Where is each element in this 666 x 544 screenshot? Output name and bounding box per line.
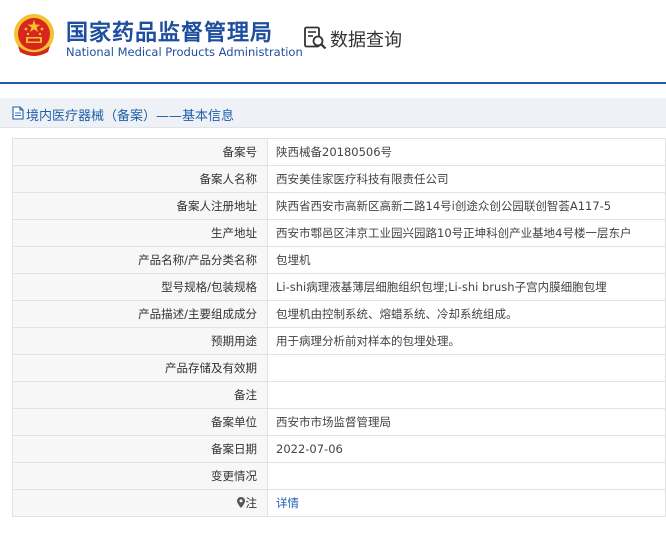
data-query-link[interactable]: 数据查询 (330, 26, 402, 52)
table-row: 产品名称/产品分类名称 包埋机 (12, 246, 666, 274)
table-row: 备案人名称 西安美佳家医疗科技有限责任公司 (12, 165, 666, 193)
row-label: 型号规格/包装规格 (12, 273, 268, 301)
site-header: 国家药品监督管理局 National Medical Products Admi… (0, 0, 666, 82)
row-value: 用于病理分析前对样本的包埋处理。 (267, 327, 666, 355)
row-value: 详情 (267, 489, 666, 517)
row-label: 生产地址 (12, 219, 268, 247)
table-row: 型号规格/包装规格 Li-shi病理液基薄层细胞组织包埋;Li-shi brus… (12, 273, 666, 301)
brand-name-en: National Medical Products Administration (66, 45, 303, 59)
document-icon (12, 106, 24, 120)
row-label: 备案号 (12, 138, 268, 166)
row-value: 包埋机由控制系统、熔蜡系统、冷却系统组成。 (267, 300, 666, 328)
row-value: 西安美佳家医疗科技有限责任公司 (267, 165, 666, 193)
table-row: 备案人注册地址 陕西省西安市高新区高新二路14号i创途众创公园联创智荟A117-… (12, 192, 666, 220)
row-label: 备案人名称 (12, 165, 268, 193)
data-query-icon[interactable] (303, 26, 327, 50)
row-value: 西安市市场监督管理局 (267, 408, 666, 436)
brand-name-cn: 国家药品监督管理局 (66, 21, 274, 46)
row-value: 2022-07-06 (267, 435, 666, 463)
row-label: 备案单位 (12, 408, 268, 436)
note-label-text: 注 (245, 496, 258, 510)
table-row: 注 详情 (12, 489, 666, 517)
row-label: 备注 (12, 381, 268, 409)
details-link[interactable]: 详情 (276, 496, 299, 510)
row-label-note: 注 (12, 489, 268, 517)
row-value: 陕西械备20180506号 (267, 138, 666, 166)
table-row: 产品描述/主要组成成分 包埋机由控制系统、熔蜡系统、冷却系统组成。 (12, 300, 666, 328)
table-row: 变更情况 (12, 462, 666, 490)
row-value: Li-shi病理液基薄层细胞组织包埋;Li-shi brush子宫内膜细胞包埋 (267, 273, 666, 301)
row-value (267, 381, 666, 409)
row-label: 备案日期 (12, 435, 268, 463)
row-label: 备案人注册地址 (12, 192, 268, 220)
table-row: 备注 (12, 381, 666, 409)
row-value: 包埋机 (267, 246, 666, 274)
row-value: 西安市鄠邑区沣京工业园兴园路10号正坤科创产业基地4号楼一层东户 (267, 219, 666, 247)
row-label: 产品名称/产品分类名称 (12, 246, 268, 274)
row-value (267, 354, 666, 382)
breadcrumb: 境内医疗器械（备案）——基本信息 (0, 98, 666, 128)
breadcrumb-title: 境内医疗器械（备案）——基本信息 (26, 109, 235, 124)
row-label: 变更情况 (12, 462, 268, 490)
row-label: 预期用途 (12, 327, 268, 355)
header-divider (0, 82, 666, 84)
table-row: 备案单位 西安市市场监督管理局 (12, 408, 666, 436)
table-row: 备案日期 2022-07-06 (12, 435, 666, 463)
table-row: 预期用途 用于病理分析前对样本的包埋处理。 (12, 327, 666, 355)
row-label: 产品描述/主要组成成分 (12, 300, 268, 328)
row-value: 陕西省西安市高新区高新二路14号i创途众创公园联创智荟A117-5 (267, 192, 666, 220)
national-emblem-icon (14, 14, 54, 56)
row-label: 产品存储及有效期 (12, 354, 268, 382)
location-pin-icon (236, 497, 245, 508)
basic-info-table: 备案号 陕西械备20180506号 备案人名称 西安美佳家医疗科技有限责任公司 … (12, 138, 666, 517)
row-value (267, 462, 666, 490)
table-row: 产品存储及有效期 (12, 354, 666, 382)
table-row: 备案号 陕西械备20180506号 (12, 138, 666, 166)
table-row: 生产地址 西安市鄠邑区沣京工业园兴园路10号正坤科创产业基地4号楼一层东户 (12, 219, 666, 247)
